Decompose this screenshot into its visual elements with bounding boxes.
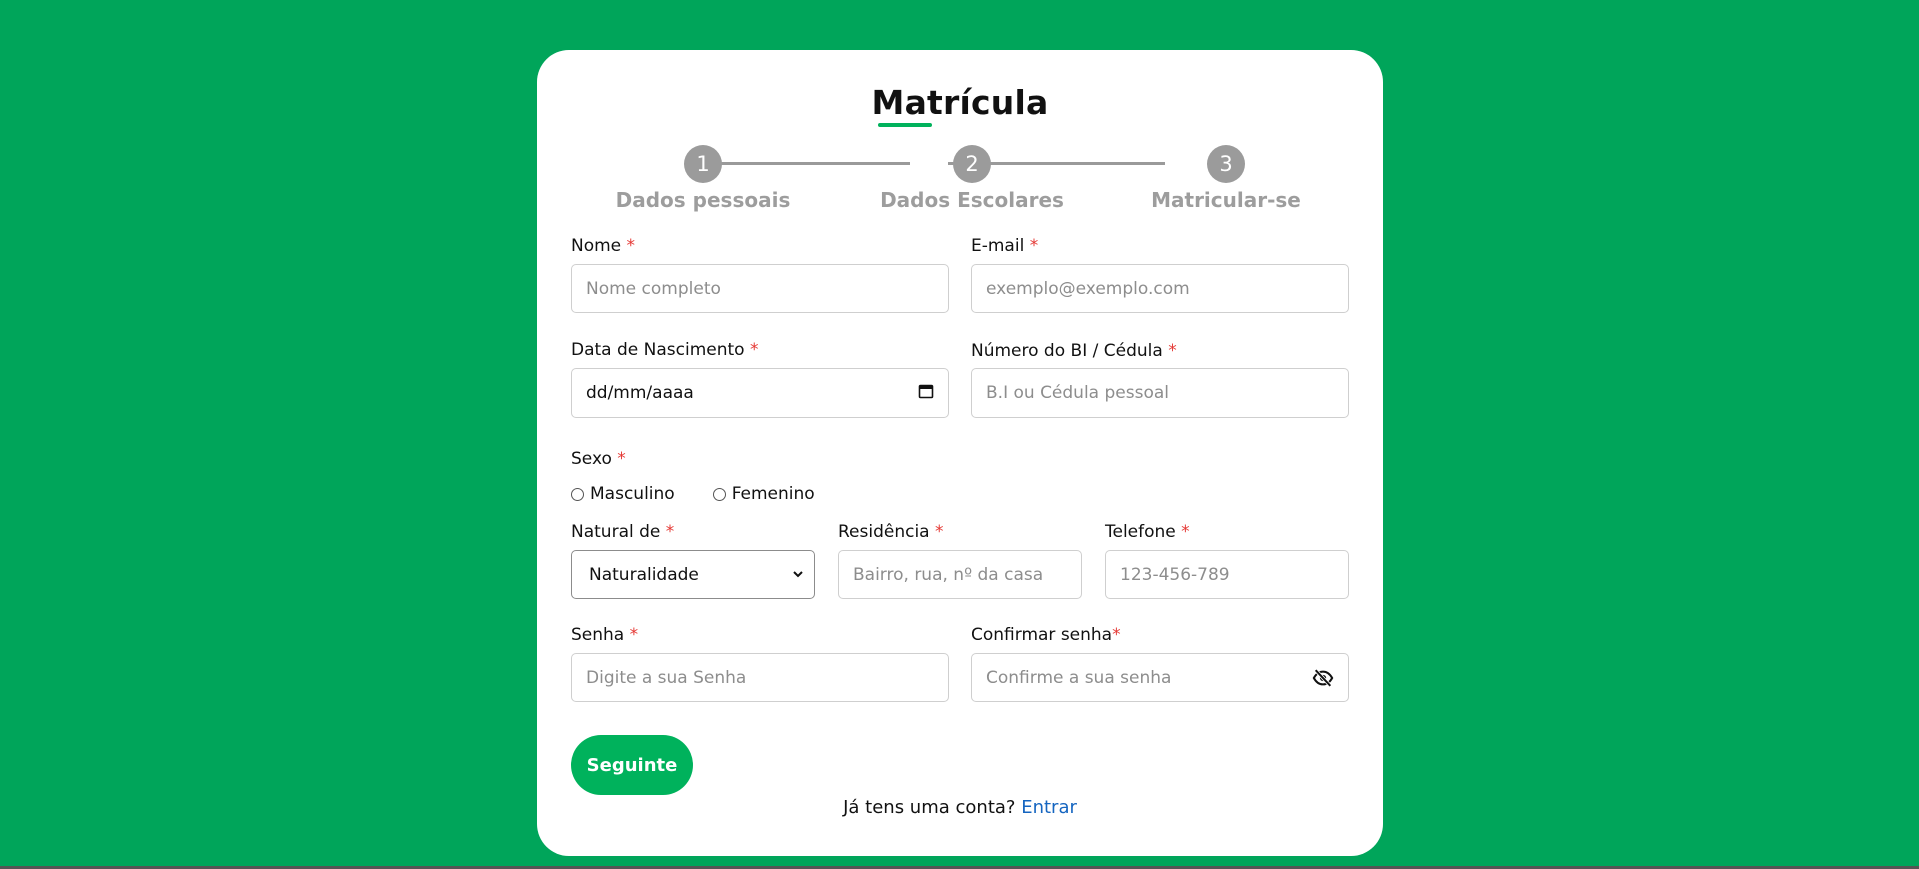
email-input[interactable]: [971, 264, 1349, 313]
sexo-label: Sexo *: [571, 449, 626, 469]
nascimento-label: Data de Nascimento *: [571, 340, 759, 360]
calendar-icon[interactable]: [918, 383, 934, 404]
date-value: dd/mm/aaaa: [586, 383, 694, 403]
naturalidade-select[interactable]: Naturalidade: [571, 550, 815, 599]
nascimento-date-input[interactable]: dd/mm/aaaa: [571, 368, 949, 418]
telefone-label: Telefone *: [1105, 522, 1190, 542]
confirmar-label: Confirmar senha*: [971, 625, 1121, 645]
chevron-down-icon: [792, 565, 804, 585]
required-mark: *: [626, 236, 636, 256]
required-mark: *: [749, 340, 759, 360]
telefone-input[interactable]: [1105, 550, 1349, 599]
entrar-link[interactable]: Entrar: [1021, 797, 1077, 818]
footer-text: Já tens uma conta?: [843, 797, 1016, 818]
sexo-radio-group: Masculino Femenino: [571, 484, 853, 504]
title-underline: [878, 123, 932, 127]
residencia-label: Residência *: [838, 522, 944, 542]
confirmar-senha-input[interactable]: [971, 653, 1349, 702]
natural-label: Natural de *: [571, 522, 675, 542]
registration-card: Matrícula 1 2 3 Dados pessoais Dados Esc…: [537, 50, 1383, 856]
eye-off-icon[interactable]: [1312, 667, 1334, 689]
nome-input[interactable]: [571, 264, 949, 313]
page-title: Matrícula: [871, 83, 1049, 122]
email-label: E-mail *: [971, 236, 1039, 256]
step-3-circle: 3: [1207, 145, 1245, 183]
required-mark: *: [617, 449, 626, 469]
step-2-circle: 2: [953, 145, 991, 183]
required-mark: *: [935, 522, 944, 542]
senha-label: Senha *: [571, 625, 639, 645]
radio-femenino[interactable]: Femenino: [712, 484, 815, 504]
nome-label: Nome *: [571, 236, 636, 256]
seguinte-button[interactable]: Seguinte: [571, 735, 693, 795]
radio-masculino[interactable]: Masculino: [571, 484, 675, 504]
login-prompt: Já tens uma conta? Entrar: [537, 797, 1383, 818]
step-2-label: Dados Escolares: [880, 188, 1064, 212]
step-1-label: Dados pessoais: [615, 188, 791, 212]
step-connector: [692, 162, 910, 165]
residencia-input[interactable]: [838, 550, 1082, 599]
required-mark: *: [1112, 625, 1121, 645]
bi-label: Número do BI / Cédula *: [971, 341, 1177, 361]
required-mark: *: [1181, 522, 1190, 542]
required-mark: *: [665, 522, 675, 542]
step-3-label: Matricular-se: [1151, 188, 1301, 212]
select-value: Naturalidade: [589, 564, 699, 585]
radio-button[interactable]: [571, 487, 584, 501]
required-mark: *: [629, 625, 639, 645]
required-mark: *: [1029, 236, 1039, 256]
step-1-circle: 1: [684, 145, 722, 183]
radio-button[interactable]: [712, 487, 726, 501]
senha-input[interactable]: [571, 653, 949, 702]
bi-input[interactable]: [971, 368, 1349, 418]
required-mark: *: [1168, 341, 1177, 361]
